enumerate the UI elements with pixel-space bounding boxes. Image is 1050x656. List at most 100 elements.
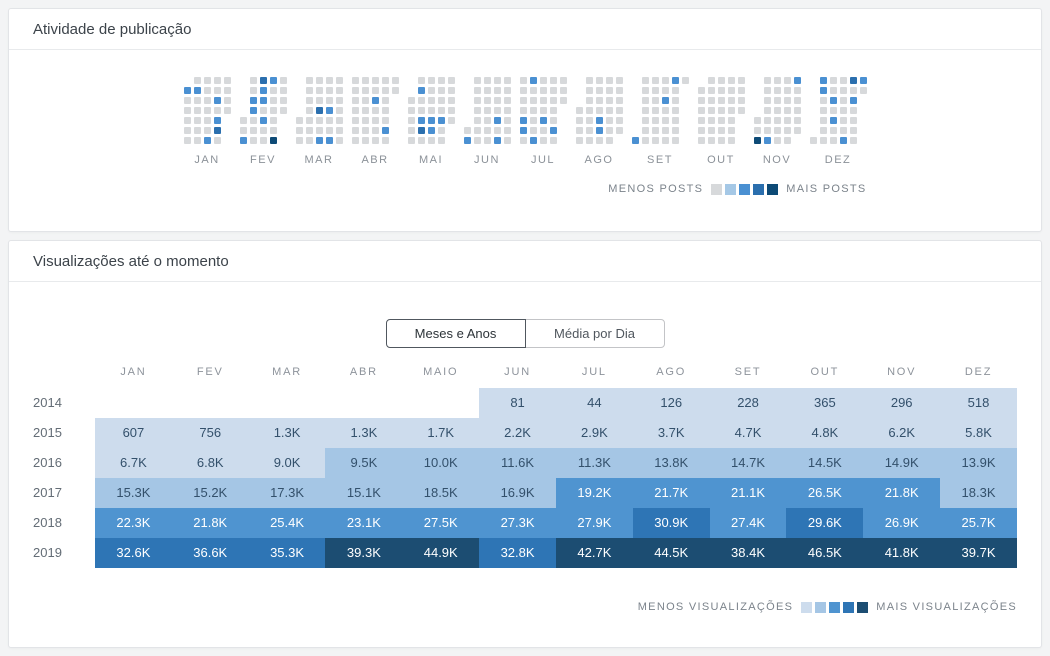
views-cell[interactable]: 38.4K <box>710 538 787 568</box>
views-cell[interactable]: 5.8K <box>940 418 1017 448</box>
toggle-months-years-button[interactable]: Meses e Anos <box>386 319 526 348</box>
views-cell[interactable]: 19.2K <box>556 478 633 508</box>
day-cell <box>184 97 191 104</box>
views-cell[interactable]: 46.5K <box>786 538 863 568</box>
views-cell[interactable]: 21.1K <box>710 478 787 508</box>
views-cell[interactable]: 126 <box>633 388 710 418</box>
day-cell <box>250 107 257 114</box>
day-cell <box>708 107 715 114</box>
views-row-2017: 201715.3K15.2K17.3K15.1K18.5K16.9K19.2K2… <box>33 478 1017 508</box>
day-cell <box>336 127 343 134</box>
views-cell[interactable]: 14.5K <box>786 448 863 478</box>
views-cell[interactable]: 756 <box>172 418 249 448</box>
day-cell <box>382 97 389 104</box>
views-cell[interactable]: 6.7K <box>95 448 172 478</box>
views-cell[interactable]: 2.9K <box>556 418 633 448</box>
views-cell[interactable]: 9.5K <box>325 448 402 478</box>
views-cell[interactable]: 39.3K <box>325 538 402 568</box>
views-cell[interactable]: 18.3K <box>940 478 1017 508</box>
day-cell <box>728 137 735 144</box>
views-cell[interactable]: 13.8K <box>633 448 710 478</box>
views-cell[interactable]: 10.0K <box>402 448 479 478</box>
views-cell[interactable]: 25.4K <box>249 508 326 538</box>
views-cell[interactable]: 81 <box>479 388 556 418</box>
views-cell[interactable]: 36.6K <box>172 538 249 568</box>
toggle-avg-per-day-button[interactable]: Média por Dia <box>525 319 665 348</box>
views-cell[interactable]: 14.7K <box>710 448 787 478</box>
views-cell[interactable]: 4.7K <box>710 418 787 448</box>
day-cell <box>464 97 471 104</box>
views-cell[interactable]: 21.8K <box>172 508 249 538</box>
day-cell <box>438 87 445 94</box>
day-cell <box>184 107 191 114</box>
day-cell <box>652 137 659 144</box>
views-cell[interactable]: 1.3K <box>249 418 326 448</box>
views-cell[interactable]: 11.6K <box>479 448 556 478</box>
heatmap-month-grid <box>240 77 287 144</box>
views-cell[interactable]: 44.5K <box>633 538 710 568</box>
day-cell <box>428 127 435 134</box>
views-cell[interactable]: 15.1K <box>325 478 402 508</box>
views-cell[interactable]: 26.9K <box>863 508 940 538</box>
views-cell[interactable]: 607 <box>95 418 172 448</box>
views-cell[interactable]: 25.7K <box>940 508 1017 538</box>
views-col-header-mar: MAR <box>249 364 326 380</box>
views-cell[interactable]: 16.9K <box>479 478 556 508</box>
views-cell[interactable]: 4.8K <box>786 418 863 448</box>
views-cell[interactable]: 15.3K <box>95 478 172 508</box>
views-cell[interactable]: 11.3K <box>556 448 633 478</box>
views-cell[interactable]: 296 <box>863 388 940 418</box>
views-cell[interactable]: 27.9K <box>556 508 633 538</box>
views-cell[interactable]: 518 <box>940 388 1017 418</box>
views-cell[interactable]: 32.8K <box>479 538 556 568</box>
views-cell[interactable]: 44 <box>556 388 633 418</box>
views-cell[interactable]: 27.5K <box>402 508 479 538</box>
views-cell[interactable]: 35.3K <box>249 538 326 568</box>
views-cell[interactable]: 44.9K <box>402 538 479 568</box>
views-cell[interactable]: 6.2K <box>863 418 940 448</box>
day-cell <box>754 77 761 84</box>
views-cell[interactable]: 22.3K <box>95 508 172 538</box>
views-cell[interactable]: 228 <box>710 388 787 418</box>
views-cell[interactable]: 27.4K <box>710 508 787 538</box>
day-cell <box>214 77 221 84</box>
views-cell[interactable]: 6.8K <box>172 448 249 478</box>
day-cell <box>820 107 827 114</box>
views-cell[interactable]: 1.7K <box>402 418 479 448</box>
views-cell[interactable]: 13.9K <box>940 448 1017 478</box>
legend-swatch <box>753 184 764 195</box>
views-cell[interactable]: 9.0K <box>249 448 326 478</box>
day-cell <box>352 97 359 104</box>
day-cell <box>576 77 583 84</box>
views-cell[interactable]: 18.5K <box>402 478 479 508</box>
views-cell[interactable]: 41.8K <box>863 538 940 568</box>
day-cell <box>520 137 527 144</box>
views-cell[interactable]: 21.7K <box>633 478 710 508</box>
day-cell <box>418 117 425 124</box>
views-cell[interactable]: 21.8K <box>863 478 940 508</box>
day-cell <box>214 97 221 104</box>
day-cell <box>372 137 379 144</box>
day-cell <box>830 117 837 124</box>
views-cell[interactable]: 32.6K <box>95 538 172 568</box>
views-cell[interactable]: 39.7K <box>940 538 1017 568</box>
day-cell <box>754 107 761 114</box>
heatmap-month-label: ABR <box>352 154 399 166</box>
views-cell[interactable]: 30.9K <box>633 508 710 538</box>
views-cell[interactable]: 3.7K <box>633 418 710 448</box>
views-cell[interactable]: 23.1K <box>325 508 402 538</box>
views-cell[interactable]: 27.3K <box>479 508 556 538</box>
views-cell[interactable]: 14.9K <box>863 448 940 478</box>
views-cell[interactable]: 2.2K <box>479 418 556 448</box>
day-cell <box>204 127 211 134</box>
views-cell[interactable]: 29.6K <box>786 508 863 538</box>
day-cell <box>632 107 639 114</box>
day-cell <box>464 117 471 124</box>
views-cell[interactable]: 17.3K <box>249 478 326 508</box>
views-cell[interactable]: 26.5K <box>786 478 863 508</box>
views-cell[interactable]: 1.3K <box>325 418 402 448</box>
views-cell[interactable]: 15.2K <box>172 478 249 508</box>
views-cell[interactable]: 42.7K <box>556 538 633 568</box>
views-row-2015: 20156077561.3K1.3K1.7K2.2K2.9K3.7K4.7K4.… <box>33 418 1017 448</box>
views-cell[interactable]: 365 <box>786 388 863 418</box>
